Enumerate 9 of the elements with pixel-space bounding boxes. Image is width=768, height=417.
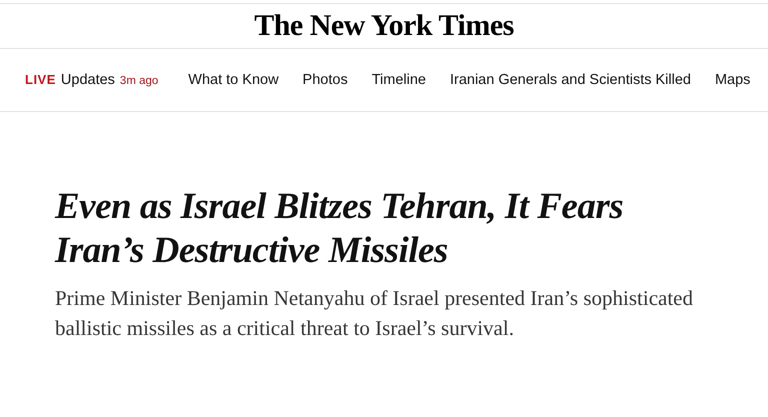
newspaper-logo[interactable]: The New York Times	[254, 9, 514, 43]
nav-link[interactable]: Photos	[302, 72, 348, 88]
nav-link[interactable]: What to Know	[188, 72, 279, 88]
live-updates-link[interactable]: LIVE Updates 3m ago	[25, 72, 158, 88]
summary: Prime Minister Benjamin Netanyahu of Israel presented Iran’s sophisticated ballistic missiles as a critical threat to Israel’s survival.	[55, 285, 694, 342]
nav-link[interactable]: Timeline	[372, 72, 426, 88]
nav-link[interactable]: Iranian Generals and Scientists Killed	[450, 72, 691, 88]
headline: Even as Israel Blitzes Tehran, It Fears Iran’s Destructive Missiles	[55, 185, 624, 273]
nav-link[interactable]: Maps	[714, 72, 750, 88]
